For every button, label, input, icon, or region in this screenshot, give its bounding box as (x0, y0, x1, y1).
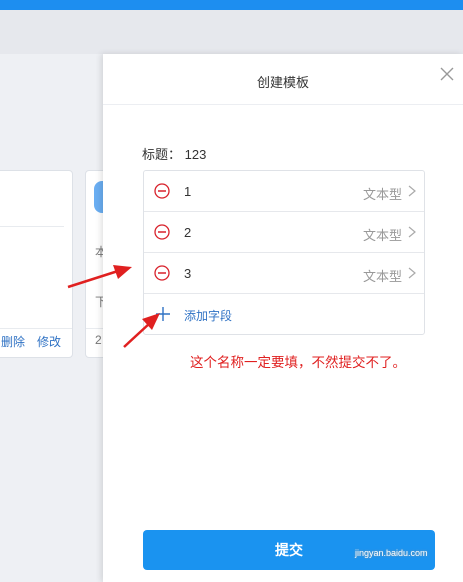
arrow-icon (123, 313, 160, 348)
watermark: jingyan.baidu.com (355, 548, 428, 558)
arrow-icon (67, 265, 132, 289)
annotation-arrows (67, 265, 160, 348)
